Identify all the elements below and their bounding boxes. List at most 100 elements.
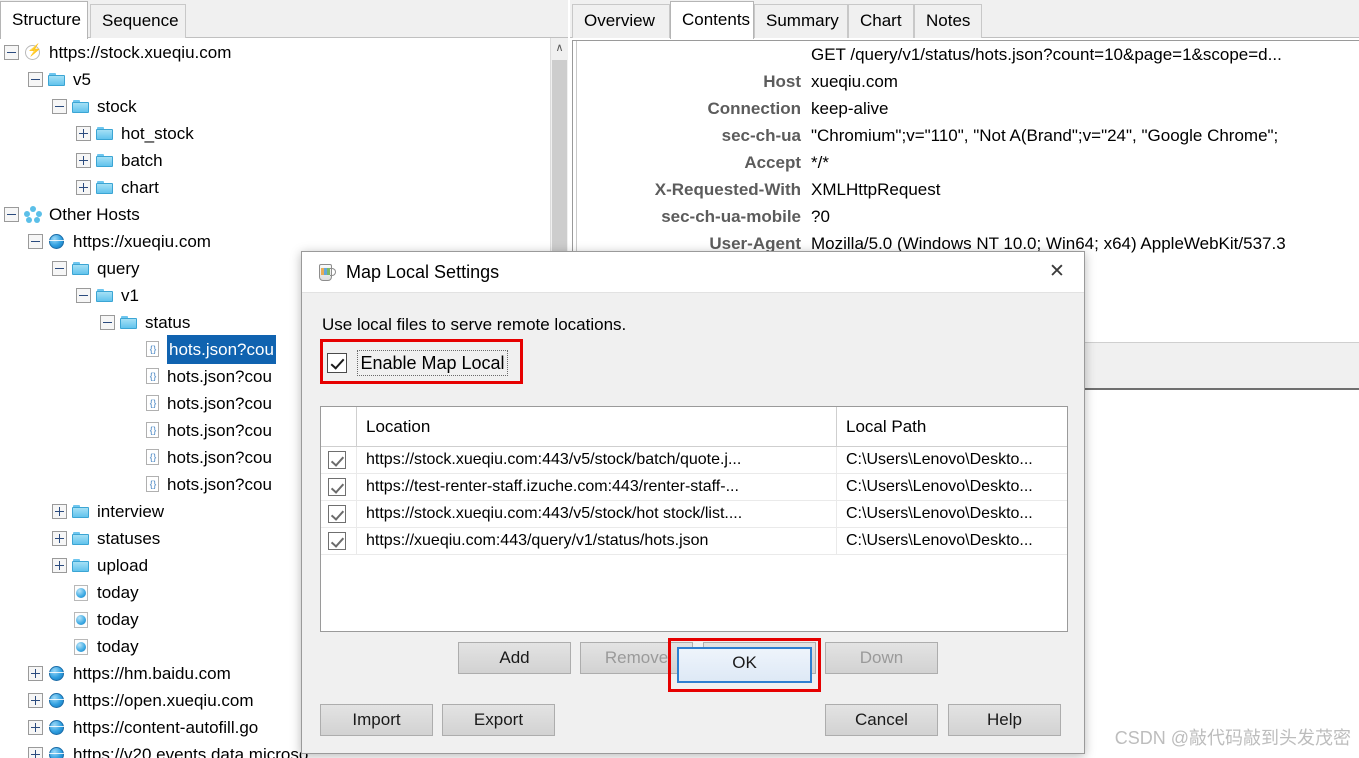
row-location: https://xueqiu.com:443/query/v1/status/h… bbox=[366, 532, 709, 549]
header-row: sec-ch-ua-mobile ?0 bbox=[573, 203, 1359, 230]
collapse-minus-icon[interactable] bbox=[4, 45, 19, 61]
tab-overview[interactable]: Overview bbox=[572, 4, 670, 38]
collapse-minus-icon[interactable] bbox=[28, 72, 43, 88]
tab-summary[interactable]: Summary bbox=[754, 4, 848, 38]
tab-sequence[interactable]: Sequence bbox=[90, 4, 186, 38]
header-value: "Chromium";v="110", "Not A(Brand";v="24"… bbox=[811, 126, 1279, 145]
cancel-button[interactable]: Cancel bbox=[825, 704, 938, 736]
tree-item-label: upload bbox=[97, 556, 149, 576]
export-button[interactable]: Export bbox=[442, 704, 555, 736]
collapse-minus-icon[interactable] bbox=[52, 99, 67, 115]
enable-map-local-highlight: Enable Map Local bbox=[320, 339, 523, 384]
tab-contents[interactable]: Contents bbox=[670, 1, 754, 39]
table-row[interactable]: https://xueqiu.com:443/query/v1/status/h… bbox=[321, 528, 1067, 555]
tree-item-label: https://open.xueqiu.com bbox=[73, 691, 254, 711]
contents-tabstrip: Overview Contents Summary Chart Notes bbox=[570, 0, 1359, 39]
header-value: XMLHttpRequest bbox=[811, 180, 941, 199]
folder-icon bbox=[120, 314, 139, 331]
header-value: keep-alive bbox=[811, 99, 889, 118]
tree-item-label: interview bbox=[97, 502, 165, 522]
tree-item[interactable]: chart bbox=[0, 173, 568, 200]
globe-icon bbox=[48, 665, 67, 682]
header-name: Host bbox=[763, 72, 801, 91]
page-icon bbox=[72, 584, 91, 602]
add-button[interactable]: Add bbox=[458, 642, 571, 674]
header-name: Accept bbox=[744, 153, 801, 172]
tree-item[interactable]: stock bbox=[0, 92, 568, 119]
row-local-path: C:\Users\Lenovo\Deskto... bbox=[846, 451, 1033, 468]
cluster-icon bbox=[24, 206, 43, 223]
collapse-minus-icon[interactable] bbox=[28, 234, 43, 250]
tree-item-label: https://hm.baidu.com bbox=[73, 664, 231, 684]
dialog-titlebar[interactable]: Map Local Settings ✕ bbox=[302, 252, 1084, 293]
expand-plus-icon[interactable] bbox=[28, 720, 43, 736]
expand-plus-icon[interactable] bbox=[76, 180, 91, 196]
header-name: X-Requested-With bbox=[654, 180, 801, 199]
expand-plus-icon[interactable] bbox=[28, 693, 43, 709]
expand-plus-icon[interactable] bbox=[28, 747, 43, 758]
tree-vertical-scrollbar[interactable]: ∧ bbox=[550, 38, 568, 270]
expand-plus-icon[interactable] bbox=[76, 126, 91, 142]
collapse-minus-icon[interactable] bbox=[4, 207, 19, 223]
tree-item[interactable]: v5 bbox=[0, 65, 568, 92]
ok-button[interactable]: OK bbox=[677, 647, 812, 683]
tree-item[interactable]: hot_stock bbox=[0, 119, 568, 146]
row-location: https://test-renter-staff.izuche.com:443… bbox=[366, 478, 739, 495]
folder-icon bbox=[72, 557, 91, 574]
table-row[interactable]: https://test-renter-staff.izuche.com:443… bbox=[321, 474, 1067, 501]
map-local-table[interactable]: Location Local Path https://stock.xueqiu… bbox=[320, 406, 1068, 632]
collapse-minus-icon[interactable] bbox=[52, 261, 67, 277]
collapse-minus-icon[interactable] bbox=[100, 315, 115, 331]
expand-plus-icon[interactable] bbox=[52, 531, 67, 547]
tree-item-label: https://content-autofill.go bbox=[73, 718, 259, 738]
row-enabled-checkbox[interactable] bbox=[328, 505, 346, 523]
page-icon bbox=[72, 611, 91, 629]
tree-item-label: v1 bbox=[121, 286, 139, 306]
close-icon[interactable]: ✕ bbox=[1040, 258, 1074, 286]
tree-item-label: today bbox=[97, 583, 139, 603]
table-row[interactable]: https://stock.xueqiu.com:443/v5/stock/ho… bbox=[321, 501, 1067, 528]
page-icon bbox=[72, 638, 91, 656]
column-header-local-path[interactable]: Local Path bbox=[836, 407, 1067, 446]
globe-icon bbox=[48, 719, 67, 736]
tree-item-label: v5 bbox=[73, 70, 91, 90]
row-enabled-checkbox[interactable] bbox=[328, 451, 346, 469]
tab-notes[interactable]: Notes bbox=[914, 4, 982, 38]
folder-icon bbox=[96, 179, 115, 196]
expand-plus-icon[interactable] bbox=[52, 504, 67, 520]
tree-item-label: hots.json?cou bbox=[167, 335, 276, 365]
row-enabled-checkbox[interactable] bbox=[328, 532, 346, 550]
tree-item-label: Other Hosts bbox=[49, 205, 140, 225]
row-local-path: C:\Users\Lenovo\Deskto... bbox=[846, 478, 1033, 495]
help-button[interactable]: Help bbox=[948, 704, 1061, 736]
expand-plus-icon[interactable] bbox=[76, 153, 91, 169]
import-button[interactable]: Import bbox=[320, 704, 433, 736]
globe-icon bbox=[48, 233, 67, 250]
table-row[interactable]: https://stock.xueqiu.com:443/v5/stock/ba… bbox=[321, 447, 1067, 474]
tab-structure[interactable]: Structure bbox=[0, 1, 88, 39]
column-header-location[interactable]: Location bbox=[356, 407, 836, 446]
tree-item[interactable]: https://xueqiu.com bbox=[0, 227, 568, 254]
expand-plus-icon[interactable] bbox=[28, 666, 43, 682]
enable-map-local-row[interactable]: Enable Map Local bbox=[327, 350, 508, 378]
tree-item[interactable]: https://stock.xueqiu.com bbox=[0, 38, 568, 65]
header-row: Host xueqiu.com bbox=[573, 68, 1359, 95]
collapse-minus-icon[interactable] bbox=[76, 288, 91, 304]
scroll-up-arrow-icon[interactable]: ∧ bbox=[551, 38, 568, 58]
tab-chart[interactable]: Chart bbox=[848, 4, 914, 38]
tree-item-label: hot_stock bbox=[121, 124, 194, 144]
expand-plus-icon[interactable] bbox=[52, 558, 67, 574]
row-local-path: C:\Users\Lenovo\Deskto... bbox=[846, 505, 1033, 522]
scrollbar-thumb[interactable] bbox=[552, 60, 567, 256]
folder-icon bbox=[96, 152, 115, 169]
header-row: X-Requested-With XMLHttpRequest bbox=[573, 176, 1359, 203]
row-enabled-checkbox[interactable] bbox=[328, 478, 346, 496]
dialog-title: Map Local Settings bbox=[346, 262, 500, 282]
json-icon bbox=[144, 421, 161, 440]
row-location: https://stock.xueqiu.com:443/v5/stock/ho… bbox=[366, 505, 743, 522]
tree-item[interactable]: Other Hosts bbox=[0, 200, 568, 227]
tree-item[interactable]: batch bbox=[0, 146, 568, 173]
enable-map-local-checkbox[interactable] bbox=[327, 353, 347, 373]
json-icon bbox=[144, 394, 161, 413]
tree-item-label: chart bbox=[121, 178, 159, 198]
